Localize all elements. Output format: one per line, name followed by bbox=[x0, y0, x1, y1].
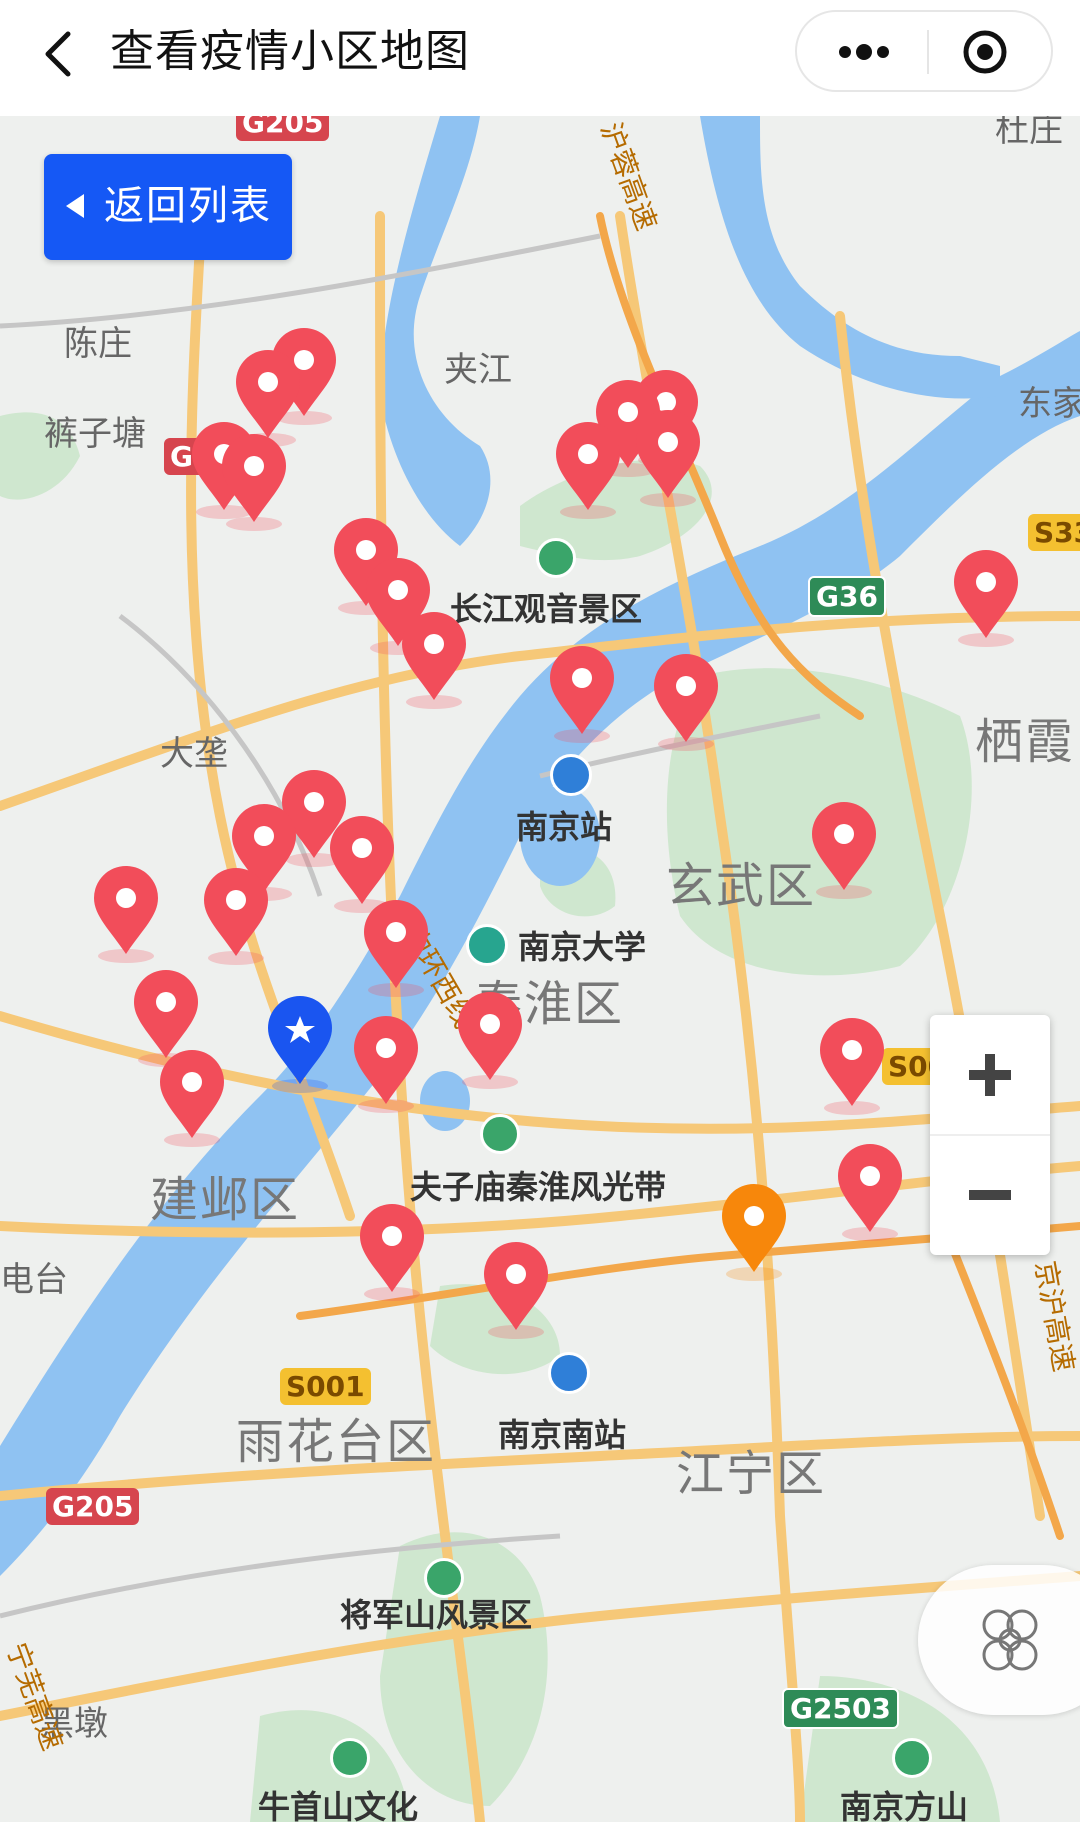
poi-label: 南京大学 bbox=[518, 928, 647, 966]
place-label: 大垄 bbox=[160, 734, 228, 774]
place-label: 栖霞 bbox=[975, 714, 1076, 770]
road-shield: S001 bbox=[280, 1368, 371, 1405]
back-to-list-button[interactable]: 返回列表 bbox=[44, 154, 292, 260]
page-title: 查看疫情小区地图 bbox=[110, 26, 470, 77]
poi-label: 牛首山文化 bbox=[258, 1788, 419, 1822]
triangle-left-icon bbox=[66, 194, 84, 218]
road-shield: G205 bbox=[46, 1488, 140, 1525]
case-marker[interactable] bbox=[156, 1048, 228, 1148]
scenic-icon bbox=[892, 1738, 932, 1778]
highlight-marker[interactable] bbox=[718, 1182, 790, 1282]
road-shield: G36 bbox=[808, 576, 886, 617]
scenic-icon bbox=[330, 1738, 370, 1778]
place-label: 裤子塘 bbox=[44, 414, 146, 454]
train-station-icon bbox=[550, 754, 592, 796]
chevron-left-icon[interactable] bbox=[30, 24, 90, 84]
more-dots-icon[interactable] bbox=[829, 30, 899, 74]
scenic-icon bbox=[480, 1114, 520, 1154]
case-marker[interactable] bbox=[350, 1014, 422, 1114]
train-station-icon bbox=[548, 1352, 590, 1394]
case-marker[interactable] bbox=[808, 800, 880, 900]
case-marker[interactable] bbox=[454, 990, 526, 1090]
district-label: 江宁区 bbox=[676, 1446, 827, 1502]
mini-program-capsule bbox=[795, 10, 1053, 92]
case-marker[interactable] bbox=[90, 864, 162, 964]
back-to-list-label: 返回列表 bbox=[104, 183, 272, 229]
place-label: 陈庄 bbox=[64, 324, 132, 364]
district-label: 玄武区 bbox=[666, 858, 817, 914]
case-marker[interactable] bbox=[480, 1240, 552, 1340]
locate-icon bbox=[982, 1609, 1038, 1671]
zoom-in-button[interactable] bbox=[930, 1015, 1050, 1135]
road-shield: G205 bbox=[236, 116, 330, 141]
case-marker[interactable] bbox=[356, 1202, 428, 1302]
case-marker[interactable] bbox=[552, 420, 624, 520]
zoom-control bbox=[930, 1015, 1050, 1255]
place-label: 电台 bbox=[0, 1260, 68, 1300]
case-marker[interactable] bbox=[218, 432, 290, 532]
case-marker[interactable] bbox=[650, 652, 722, 752]
case-marker[interactable] bbox=[360, 898, 432, 998]
poi-label: 南京南站 bbox=[498, 1416, 627, 1454]
poi-label: 南京站 bbox=[516, 808, 613, 846]
poi-label: 将军山风景区 bbox=[340, 1596, 533, 1634]
case-marker[interactable] bbox=[816, 1016, 888, 1116]
case-marker[interactable] bbox=[200, 866, 272, 966]
university-icon bbox=[466, 924, 508, 966]
case-marker[interactable] bbox=[398, 610, 470, 710]
district-label: 雨花台区 bbox=[236, 1414, 437, 1470]
place-label: 夹江 bbox=[444, 350, 512, 390]
map-view[interactable]: 陈庄 裤子塘 夹江 大垄 东家 杜庄 电台 黑墩 栖霞 玄武区 秦淮区 雨花台区… bbox=[0, 116, 1080, 1822]
zoom-out-button[interactable] bbox=[930, 1135, 1050, 1255]
case-marker[interactable] bbox=[546, 644, 618, 744]
minus-icon bbox=[969, 1190, 1011, 1200]
user-location-marker[interactable] bbox=[264, 994, 336, 1094]
scenic-icon bbox=[536, 538, 576, 578]
plus-icon bbox=[969, 1054, 1011, 1096]
target-close-icon[interactable] bbox=[961, 28, 1009, 76]
case-marker[interactable] bbox=[834, 1142, 906, 1242]
locate-button[interactable] bbox=[918, 1565, 1080, 1715]
road-shield: G2503 bbox=[782, 1688, 899, 1729]
place-label: 杜庄 bbox=[995, 116, 1063, 150]
district-label: 建邺区 bbox=[150, 1172, 301, 1228]
poi-label: 夫子庙秦淮风光带 bbox=[410, 1168, 667, 1206]
place-label: 东家 bbox=[1018, 384, 1080, 424]
case-marker[interactable] bbox=[950, 548, 1022, 648]
poi-label: 南京方山 bbox=[840, 1788, 969, 1822]
top-nav-bar: 查看疫情小区地图 bbox=[0, 0, 1080, 116]
poi-label: 长江观音景区 bbox=[450, 590, 643, 628]
case-marker[interactable] bbox=[632, 408, 704, 508]
capsule-divider bbox=[927, 30, 929, 74]
road-shield: S33 bbox=[1028, 514, 1080, 551]
